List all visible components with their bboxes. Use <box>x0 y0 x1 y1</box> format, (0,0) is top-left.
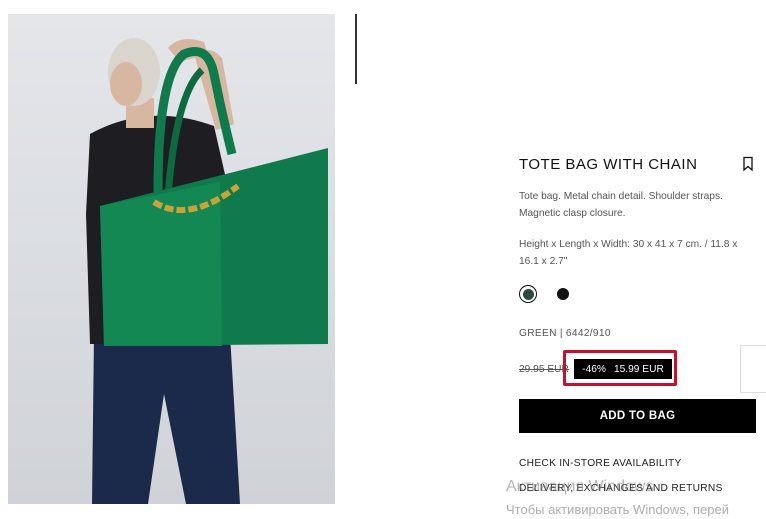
windows-activation-hint: Чтобы активировать Windows, перей <box>506 502 730 517</box>
check-store-availability-link[interactable]: CHECK IN-STORE AVAILABILITY <box>519 458 682 469</box>
product-dimensions: Height x Length x Width: 30 x 41 x 7 cm.… <box>519 239 738 267</box>
product-title: TOTE BAG WITH CHAIN <box>519 156 698 173</box>
swatch-green[interactable] <box>519 285 537 303</box>
swatch-black[interactable] <box>557 288 569 300</box>
discount-label: -46% <box>582 363 606 375</box>
side-panel-tab[interactable] <box>740 345 766 393</box>
bookmark-icon[interactable] <box>741 156 755 172</box>
product-image[interactable] <box>8 14 335 504</box>
add-to-bag-button[interactable]: ADD TO BAG <box>519 399 756 433</box>
color-reference: GREEN | 6442/910 <box>519 328 611 339</box>
sale-price: 15.99 EUR <box>613 363 664 375</box>
sale-price-badge: -46% 15.99 EUR <box>574 359 672 379</box>
product-description: Tote bag. Metal chain detail. Shoulder s… <box>519 191 723 219</box>
scroll-divider <box>355 14 357 84</box>
color-swatches <box>519 285 569 303</box>
model-with-bag-illustration <box>86 38 328 504</box>
windows-activation-watermark: Активация Windows <box>506 478 654 495</box>
old-price: 29.95 EUR <box>519 364 569 375</box>
